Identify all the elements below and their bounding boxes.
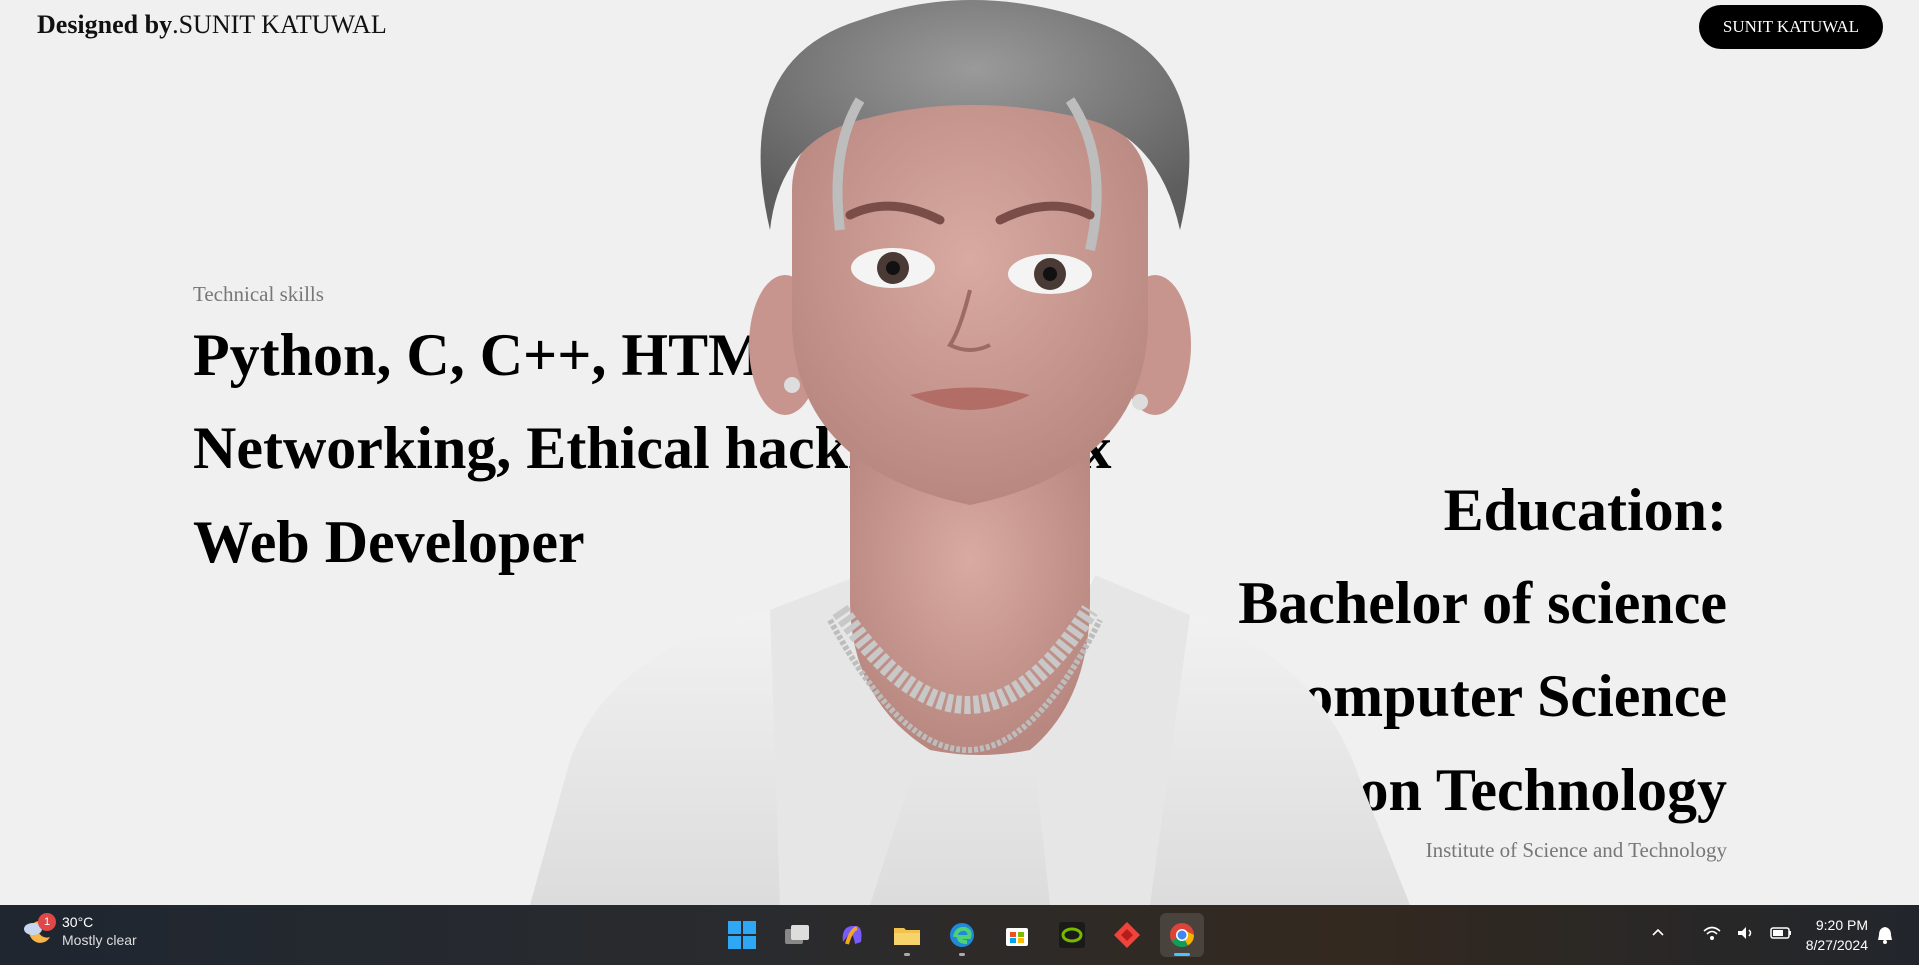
windows-logo-icon[interactable]: [720, 913, 764, 957]
windows-taskbar: 1 30°C Mostly clear 9:20 PM 8/27/2024: [0, 905, 1919, 965]
task-view-icon[interactable]: [775, 913, 819, 957]
system-tray: [1650, 905, 1792, 965]
moon-cloud-icon: 1: [22, 913, 56, 947]
name-button[interactable]: SUNIT KATUWAL: [1699, 5, 1883, 49]
copilot-icon[interactable]: [830, 913, 874, 957]
running-indicator: [904, 953, 910, 956]
wifi-icon[interactable]: [1702, 924, 1722, 947]
clock-date: 8/27/2024: [1805, 937, 1868, 953]
weather-widget[interactable]: 1 30°C Mostly clear: [22, 913, 137, 949]
anydesk-icon[interactable]: [1105, 913, 1149, 957]
edge-icon[interactable]: [940, 913, 984, 957]
weather-temp: 30°C: [62, 914, 94, 930]
chevron-up-icon[interactable]: [1650, 925, 1666, 946]
store-icon[interactable]: [995, 913, 1039, 957]
notification-badge: 1: [38, 913, 56, 931]
brand-prefix: Designed by: [37, 10, 173, 39]
skills-label: Technical skills: [193, 282, 324, 306]
brand-name: .SUNIT KATUWAL: [172, 10, 387, 39]
chrome-icon[interactable]: [1160, 913, 1204, 957]
volume-icon[interactable]: [1736, 924, 1756, 947]
education-heading: Education:: [1443, 477, 1727, 543]
notification-bell-icon[interactable]: [1876, 925, 1894, 950]
system-clock[interactable]: 9:20 PM 8/27/2024: [1792, 915, 1868, 955]
folder-icon[interactable]: [885, 913, 929, 957]
battery-icon[interactable]: [1770, 925, 1792, 946]
clock-time: 9:20 PM: [1815, 917, 1868, 933]
weather-condition: Mostly clear: [62, 932, 137, 948]
running-indicator: [959, 953, 965, 956]
skills-line-3: Web Developer: [193, 509, 585, 575]
education-institution: Institute of Science and Technology: [1425, 838, 1727, 862]
taskbar-apps: [720, 913, 1204, 957]
avatar-illustration: [530, 0, 1410, 905]
nvidia-icon[interactable]: [1050, 913, 1094, 957]
site-brand[interactable]: Designed by.SUNIT KATUWAL: [37, 10, 387, 40]
active-indicator: [1174, 953, 1190, 956]
